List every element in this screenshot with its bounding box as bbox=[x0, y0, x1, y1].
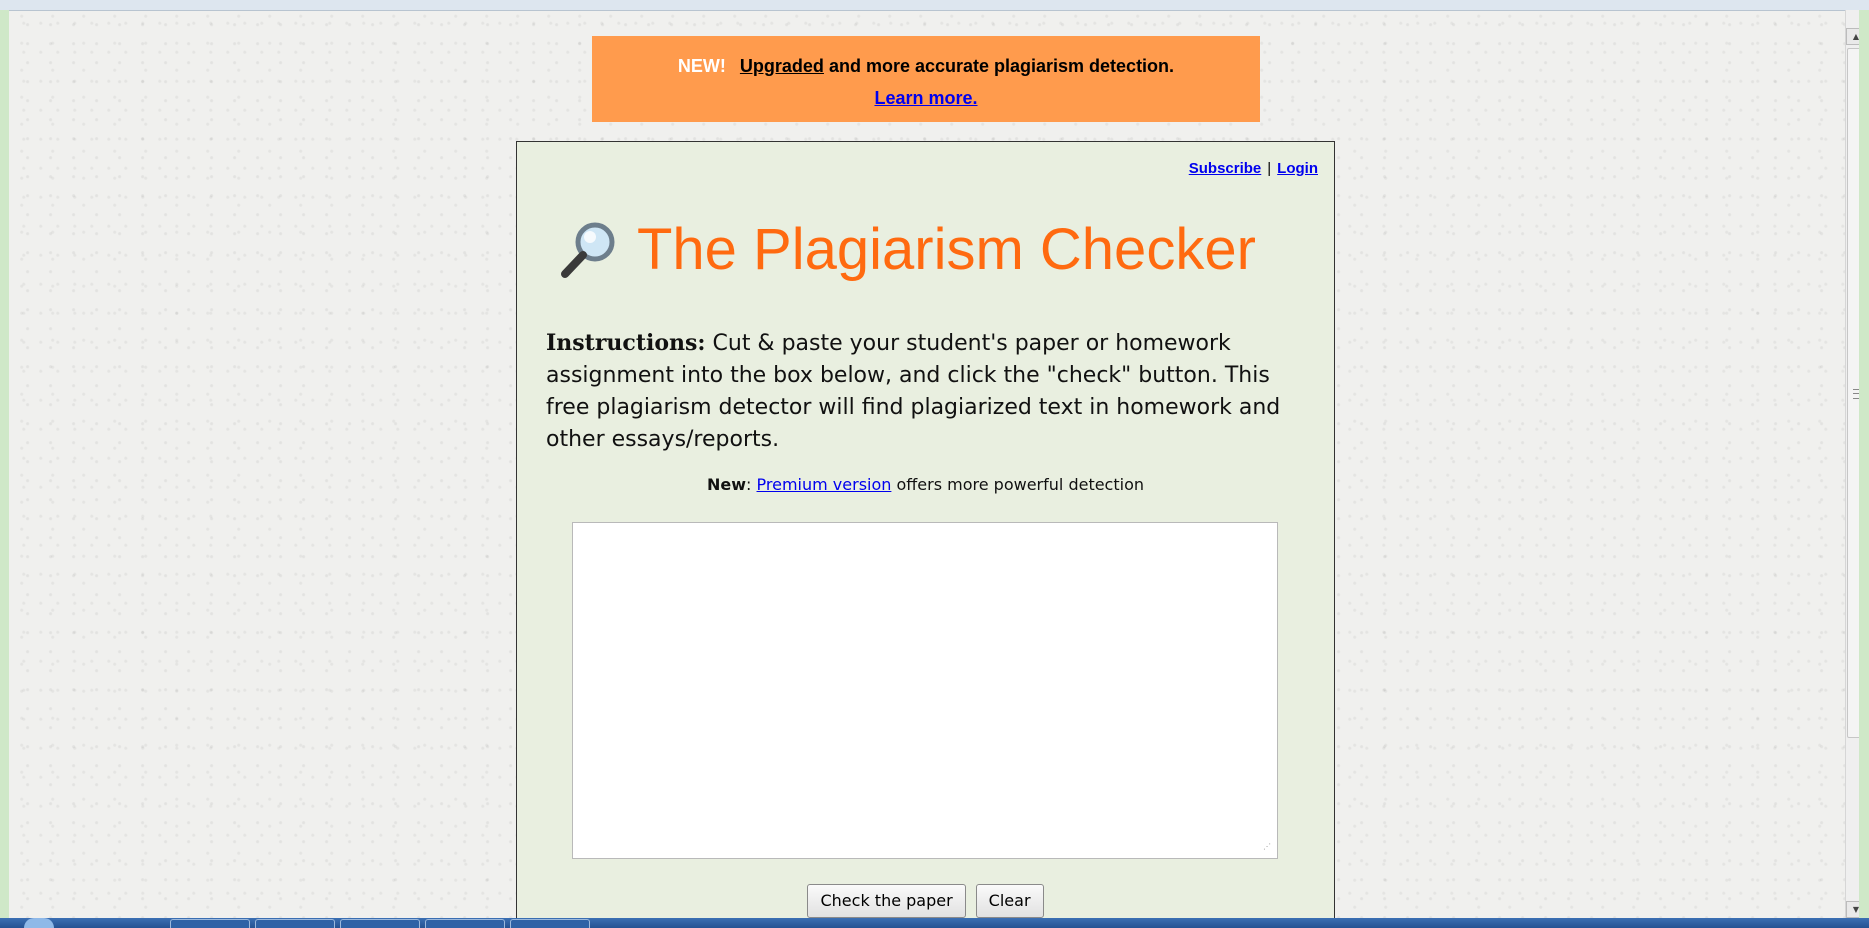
textarea-resize-grip[interactable]: ⋰ bbox=[1263, 843, 1275, 856]
banner-upgraded-link[interactable]: Upgraded bbox=[740, 56, 824, 76]
check-paper-button[interactable]: Check the paper bbox=[807, 884, 966, 918]
title-text: The Plagiarism Checker bbox=[637, 217, 1256, 282]
browser-toolbar-strip bbox=[0, 0, 1869, 11]
premium-note: New: Premium version offers more powerfu… bbox=[517, 475, 1334, 494]
premium-note-label: New bbox=[707, 475, 747, 494]
instructions-label: Instructions: bbox=[546, 330, 706, 356]
page-title: The Plagiarism Checker bbox=[557, 210, 1317, 290]
paper-input[interactable] bbox=[572, 522, 1278, 859]
checker-panel: Subscribe | Login The Plagiarism Checker I… bbox=[516, 141, 1335, 928]
premium-version-link[interactable]: Premium version bbox=[757, 475, 892, 494]
window-right-edge bbox=[1859, 10, 1869, 918]
taskbar-item[interactable] bbox=[255, 919, 335, 928]
instructions-paragraph: Instructions: Cut & paste your student's… bbox=[546, 327, 1306, 456]
taskbar-item[interactable] bbox=[425, 919, 505, 928]
banner-new-label: NEW! bbox=[677, 56, 726, 76]
action-buttons: Check the paper Clear bbox=[517, 884, 1334, 918]
start-button[interactable] bbox=[24, 918, 54, 928]
banner-line: NEW! Upgraded and more accurate plagiaris… bbox=[592, 56, 1260, 77]
learn-more-link[interactable]: Learn more. bbox=[874, 88, 977, 108]
taskbar-item[interactable] bbox=[170, 919, 250, 928]
subscribe-link[interactable]: Subscribe bbox=[1189, 160, 1262, 177]
upgrade-banner: NEW! Upgraded and more accurate plagiaris… bbox=[592, 36, 1260, 122]
link-separator: | bbox=[1267, 160, 1272, 177]
clear-button[interactable]: Clear bbox=[975, 884, 1044, 918]
premium-note-text: offers more powerful detection bbox=[891, 475, 1144, 494]
banner-text: and more accurate plagiarism detection. bbox=[823, 56, 1175, 76]
premium-note-colon: : bbox=[746, 475, 757, 494]
magnifying-glass-icon bbox=[561, 222, 615, 278]
taskbar-item[interactable] bbox=[510, 919, 590, 928]
taskbar bbox=[0, 918, 1869, 928]
login-link[interactable]: Login bbox=[1277, 160, 1318, 177]
window-left-edge bbox=[0, 10, 9, 918]
taskbar-item[interactable] bbox=[340, 919, 420, 928]
account-links: Subscribe | Login bbox=[1189, 160, 1318, 177]
